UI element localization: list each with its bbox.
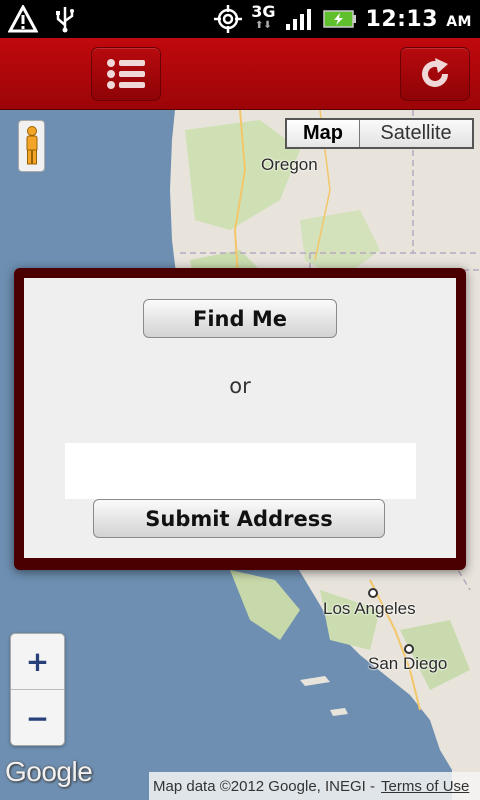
clock: 12:13 AM xyxy=(365,6,472,32)
usb-icon xyxy=(50,4,80,34)
map-attribution: Map data ©2012 Google, INEGI - Terms of … xyxy=(149,772,480,800)
network-type-indicator: 3G ⬆⬇ xyxy=(251,2,276,32)
google-logo: Google xyxy=(5,756,93,787)
refresh-button[interactable] xyxy=(400,47,470,101)
list-icon xyxy=(107,59,145,89)
map-type-toggle: Map Satellite xyxy=(285,118,474,149)
submit-address-button[interactable]: Submit Address xyxy=(93,499,385,538)
zoom-out-button[interactable]: − xyxy=(11,690,64,746)
map-label-los-angeles: Los Angeles xyxy=(323,599,416,618)
refresh-icon xyxy=(422,58,448,87)
map-type-satellite-button[interactable]: Satellite xyxy=(360,120,472,147)
battery-charging-icon xyxy=(322,4,358,34)
street-view-pegman[interactable] xyxy=(18,120,45,172)
map-label-san-diego: San Diego xyxy=(368,654,448,673)
or-separator: or xyxy=(229,374,251,398)
find-me-button[interactable]: Find Me xyxy=(143,299,337,338)
map-type-map-button[interactable]: Map xyxy=(287,120,360,147)
list-view-button[interactable] xyxy=(91,47,161,101)
attribution-text: Map data ©2012 Google, INEGI - xyxy=(153,777,376,795)
pegman-icon xyxy=(26,126,37,165)
terms-of-use-link[interactable]: Terms of Use xyxy=(381,778,469,795)
status-bar: 3G ⬆⬇ 12:13 AM xyxy=(0,0,480,38)
zoom-in-button[interactable]: + xyxy=(11,634,64,690)
app-toolbar xyxy=(0,38,480,800)
map-label-oregon: Oregon xyxy=(261,155,318,174)
signal-icon xyxy=(284,4,314,34)
city-marker-san-diego xyxy=(404,644,414,654)
location-dialog-body: Find Me or Submit Address xyxy=(24,278,456,558)
gps-icon xyxy=(213,4,243,34)
warning-icon xyxy=(8,4,38,34)
zoom-control: + − xyxy=(10,633,65,746)
city-marker-los-angeles xyxy=(368,588,378,598)
address-input[interactable] xyxy=(65,443,416,499)
location-dialog: Find Me or Submit Address xyxy=(14,268,466,570)
